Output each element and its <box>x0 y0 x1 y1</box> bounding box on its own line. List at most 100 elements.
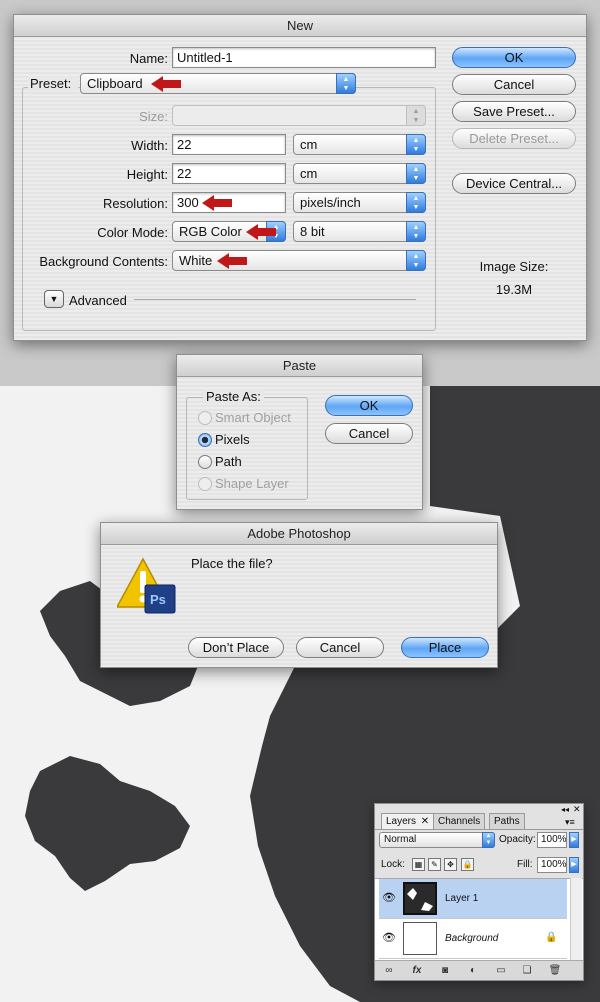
name-label: Name: <box>129 51 168 66</box>
layer-list: 👁 Layer 1 👁 Background 🔒 <box>375 878 583 961</box>
delete-preset-button[interactable]: Delete Preset... <box>452 128 576 149</box>
preset-value: Clipboard <box>87 76 143 91</box>
height-unit-select[interactable]: cm ▲ ▼ <box>293 163 426 184</box>
tab-layers[interactable]: Layers ✕ <box>381 813 435 829</box>
smart-object-radio[interactable] <box>198 411 212 425</box>
device-central-button[interactable]: Device Central... <box>452 173 576 194</box>
place-dialog: Adobe Photoshop Ps Place the file? Don’t… <box>100 522 498 668</box>
paste-dialog: Paste Paste As: Smart Object Pixels Path… <box>176 354 423 510</box>
disclosure-triangle-icon: ▼ <box>49 294 59 304</box>
width-field[interactable]: 22 <box>172 134 286 155</box>
width-unit-value: cm <box>300 137 318 152</box>
place-dialog-title: Adobe Photoshop <box>101 523 497 545</box>
path-radio[interactable] <box>198 455 212 469</box>
background-label: Background Contents: <box>39 254 168 269</box>
lock-transparency-icon[interactable]: ▦ <box>412 858 425 871</box>
width-unit-select[interactable]: cm ▲ ▼ <box>293 134 426 155</box>
panel-close-icon[interactable]: ✕ <box>573 804 581 815</box>
fill-label: Fill: <box>517 859 533 870</box>
shape-layer-radio[interactable] <box>198 477 212 491</box>
layer-name: Layer 1 <box>445 893 479 904</box>
select-arrows-icon: ▲ ▼ <box>406 105 426 126</box>
layer-mask-icon[interactable]: ◙ <box>437 964 453 977</box>
adjustment-layer-icon[interactable]: ◐ <box>465 964 481 977</box>
size-select[interactable]: ▲ ▼ <box>172 105 426 126</box>
warning-icon: Ps <box>115 555 177 615</box>
fill-slider-toggle[interactable]: ▶ <box>569 857 579 873</box>
name-field[interactable]: Untitled-1 <box>172 47 436 68</box>
new-layer-icon[interactable]: ❏ <box>519 964 535 977</box>
place-button[interactable]: Place <box>401 637 489 658</box>
pixels-radio[interactable] <box>198 433 212 447</box>
opacity-slider-toggle[interactable]: ▶ <box>569 832 579 848</box>
layer-lock-icon: 🔒 <box>545 932 558 943</box>
preset-label: Preset: <box>28 76 78 91</box>
layer-thumbnail <box>403 922 437 955</box>
tab-paths[interactable]: Paths <box>489 813 525 829</box>
layer-style-icon[interactable]: fx <box>409 964 425 977</box>
lock-move-icon[interactable]: ✥ <box>444 858 457 871</box>
height-label: Height: <box>126 167 168 182</box>
new-group-icon[interactable]: ▭ <box>493 964 509 977</box>
opacity-field[interactable]: 100% <box>537 832 567 848</box>
color-mode-label: Color Mode: <box>97 225 168 240</box>
pixels-label: Pixels <box>215 432 250 447</box>
visibility-eye-icon[interactable]: 👁 <box>382 932 396 944</box>
smart-object-label: Smart Object <box>215 410 291 425</box>
ok-button[interactable]: OK <box>452 47 576 68</box>
panel-collapse-icon[interactable]: ◂◂ <box>561 805 569 814</box>
background-value: White <box>179 253 213 268</box>
ps-badge: Ps <box>150 592 166 607</box>
visibility-eye-icon[interactable]: 👁 <box>382 892 396 904</box>
lock-label: Lock: <box>381 859 405 870</box>
resolution-unit-select[interactable]: pixels/inch ▲ ▼ <box>293 192 426 213</box>
annotation-arrow-icon <box>217 253 247 269</box>
delete-layer-icon[interactable]: 🗑 <box>547 964 563 977</box>
resolution-unit-value: pixels/inch <box>300 195 361 210</box>
advanced-divider <box>134 299 416 300</box>
annotation-arrow-icon <box>246 224 276 240</box>
select-arrows-icon: ▲ ▼ <box>406 250 426 271</box>
blend-mode-select[interactable]: Normal ▲ ▼ <box>379 832 495 848</box>
preset-select[interactable]: Clipboard ▲ ▼ <box>80 73 356 94</box>
image-size-label: Image Size: <box>479 259 549 274</box>
background-select[interactable]: White ▲ ▼ <box>172 250 426 271</box>
path-label: Path <box>215 454 242 469</box>
layer-name: Background <box>445 933 499 944</box>
dont-place-button[interactable]: Don’t Place <box>188 637 284 658</box>
size-label: Size: <box>139 109 168 124</box>
layers-panel: ◂◂ ✕ Layers ✕ Channels Paths ▾≡ Normal ▲… <box>374 803 584 981</box>
bit-depth-select[interactable]: 8 bit ▲ ▼ <box>293 221 426 242</box>
tabs-divider <box>375 829 583 830</box>
select-arrows-icon: ▲ ▼ <box>336 73 356 94</box>
annotation-arrow-icon <box>202 195 232 211</box>
height-field[interactable]: 22 <box>172 163 286 184</box>
paste-ok-button[interactable]: OK <box>325 395 413 416</box>
tab-close-icon[interactable]: ✕ <box>421 816 429 827</box>
advanced-toggle[interactable]: ▼ <box>44 290 64 308</box>
paste-cancel-button[interactable]: Cancel <box>325 423 413 444</box>
shape-layer-label: Shape Layer <box>215 476 289 491</box>
tab-channels[interactable]: Channels <box>433 813 486 829</box>
layer-row[interactable]: 👁 Background 🔒 <box>379 919 567 959</box>
annotation-arrow-icon <box>151 76 181 92</box>
lock-brush-icon[interactable]: ✎ <box>428 858 441 871</box>
save-preset-button[interactable]: Save Preset... <box>452 101 576 122</box>
width-label: Width: <box>131 138 168 153</box>
place-cancel-button[interactable]: Cancel <box>296 637 384 658</box>
select-arrows-icon: ▲ ▼ <box>406 221 426 242</box>
panel-menu-icon[interactable]: ▾≡ <box>565 817 575 828</box>
link-layers-icon[interactable]: ∞ <box>381 964 397 977</box>
layer-scrollbar[interactable] <box>570 878 582 961</box>
height-unit-value: cm <box>300 166 318 181</box>
new-dialog-title: New <box>14 15 586 37</box>
lock-all-icon[interactable]: 🔒 <box>461 858 474 871</box>
opacity-label: Opacity: <box>499 834 536 845</box>
color-mode-value: RGB Color <box>179 224 242 239</box>
layer-row[interactable]: 👁 Layer 1 <box>379 879 567 919</box>
advanced-label: Advanced <box>69 293 127 308</box>
bit-depth-value: 8 bit <box>300 224 325 239</box>
cancel-button[interactable]: Cancel <box>452 74 576 95</box>
fill-field[interactable]: 100% <box>537 857 567 873</box>
paste-dialog-title: Paste <box>177 355 422 377</box>
